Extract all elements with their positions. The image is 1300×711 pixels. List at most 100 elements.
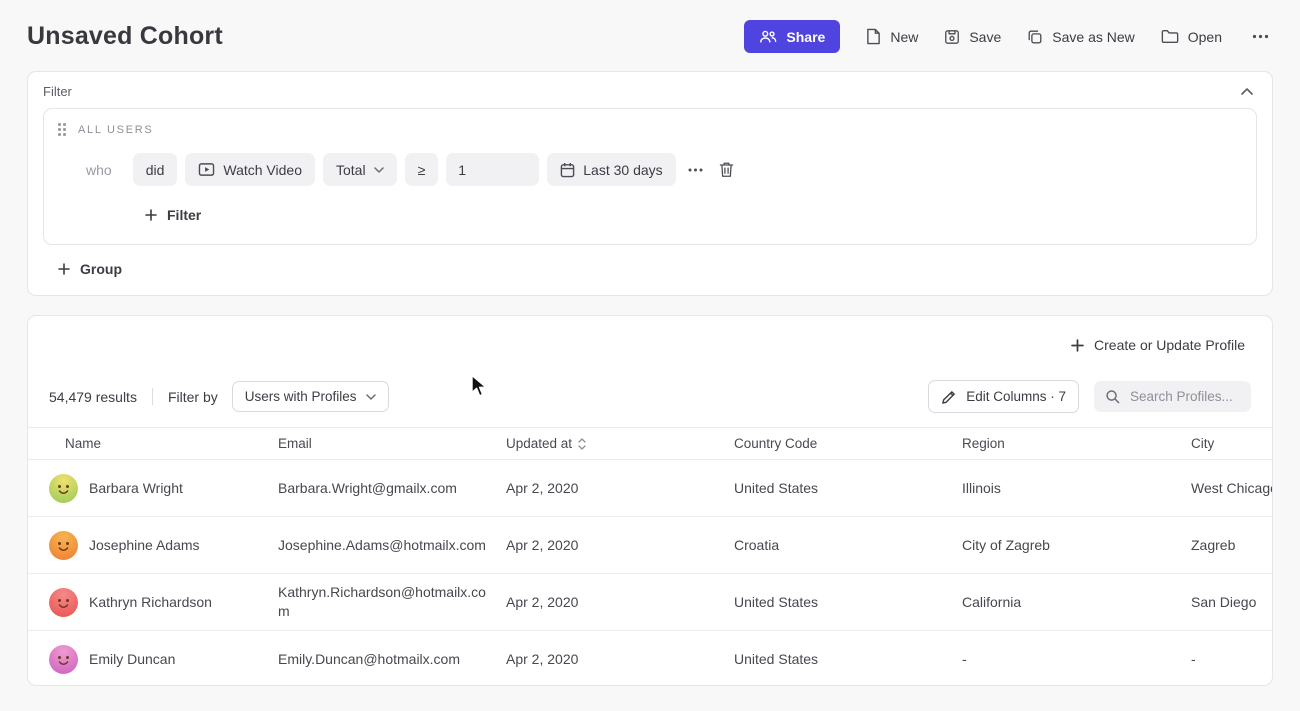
copy-icon bbox=[1027, 29, 1043, 45]
filter-by-label: Filter by bbox=[168, 389, 218, 405]
profile-region: Illinois bbox=[962, 480, 1191, 496]
column-header-country-code[interactable]: Country Code bbox=[734, 436, 962, 451]
new-button[interactable]: New bbox=[866, 28, 918, 45]
did-selector[interactable]: did bbox=[133, 153, 178, 186]
profile-city: San Diego bbox=[1191, 594, 1272, 610]
share-button[interactable]: Share bbox=[744, 20, 840, 53]
edit-columns-label: Edit Columns · 7 bbox=[966, 389, 1066, 404]
face-icon bbox=[49, 645, 78, 674]
table-row[interactable]: Emily Duncan Emily.Duncan@hotmailx.com A… bbox=[28, 631, 1272, 686]
column-header-region[interactable]: Region bbox=[962, 436, 1191, 451]
search-box bbox=[1094, 381, 1251, 412]
profile-name: Kathryn Richardson bbox=[89, 594, 212, 610]
profile-updated-at: Apr 2, 2020 bbox=[506, 537, 734, 553]
profile-region: California bbox=[962, 594, 1191, 610]
operator-selector[interactable]: ≥ bbox=[405, 153, 439, 186]
chevron-up-icon bbox=[1241, 88, 1253, 95]
filter-group: ALL USERS who did Watch Video Total ≥ bbox=[43, 108, 1257, 245]
search-profiles-input[interactable] bbox=[1128, 388, 1240, 405]
chevron-down-icon bbox=[374, 167, 384, 173]
face-icon bbox=[49, 474, 78, 503]
save-as-new-label: Save as New bbox=[1052, 29, 1134, 45]
save-label: Save bbox=[969, 29, 1001, 45]
profile-name: Emily Duncan bbox=[89, 651, 175, 667]
date-range-label: Last 30 days bbox=[583, 162, 662, 178]
table-row[interactable]: Josephine Adams Josephine.Adams@hotmailx… bbox=[28, 517, 1272, 574]
profile-updated-at: Apr 2, 2020 bbox=[506, 594, 734, 610]
table-header: Name Email Updated at Country Code Regio… bbox=[28, 427, 1272, 460]
open-label: Open bbox=[1188, 29, 1222, 45]
profile-name: Barbara Wright bbox=[89, 480, 183, 496]
add-filter-button[interactable]: Filter bbox=[139, 206, 207, 224]
event-label: Watch Video bbox=[223, 162, 302, 178]
who-label: who bbox=[86, 162, 112, 178]
open-button[interactable]: Open bbox=[1161, 29, 1222, 45]
profile-city: West Chicago bbox=[1191, 480, 1272, 496]
ellipsis-icon bbox=[1252, 34, 1269, 39]
edit-columns-button[interactable]: Edit Columns · 7 bbox=[928, 380, 1079, 413]
more-options-button[interactable] bbox=[1248, 30, 1273, 43]
results-panel: Create or Update Profile 54,479 results … bbox=[27, 315, 1273, 686]
event-selector[interactable]: Watch Video bbox=[185, 153, 315, 186]
aggregation-label: Total bbox=[336, 162, 366, 178]
column-header-city[interactable]: City bbox=[1191, 436, 1272, 451]
face-icon bbox=[49, 588, 78, 617]
calendar-icon bbox=[560, 162, 575, 178]
avatar bbox=[49, 588, 78, 617]
results-toolbar: 54,479 results Filter by Users with Prof… bbox=[28, 354, 1272, 427]
plus-icon bbox=[1071, 339, 1084, 352]
profile-country-code: United States bbox=[734, 594, 962, 610]
drag-handle-icon[interactable] bbox=[58, 123, 67, 137]
filter-more-button[interactable] bbox=[684, 164, 707, 176]
share-users-icon bbox=[759, 29, 777, 44]
add-group-label: Group bbox=[80, 261, 122, 277]
table-row[interactable]: Kathryn Richardson Kathryn.Richardson@ho… bbox=[28, 574, 1272, 631]
profile-country-code: Croatia bbox=[734, 537, 962, 553]
profile-city: Zagreb bbox=[1191, 537, 1272, 553]
page-title: Unsaved Cohort bbox=[27, 22, 223, 51]
column-header-email[interactable]: Email bbox=[278, 436, 506, 451]
filter-panel: Filter ALL USERS who did Watch Video Tot… bbox=[27, 71, 1273, 296]
profile-filter-dropdown[interactable]: Users with Profiles bbox=[232, 381, 389, 412]
create-or-update-profile-button[interactable]: Create or Update Profile bbox=[1065, 336, 1251, 354]
share-label: Share bbox=[786, 29, 825, 45]
column-header-updated-at[interactable]: Updated at bbox=[506, 436, 734, 451]
ellipsis-icon bbox=[688, 168, 703, 172]
avatar bbox=[49, 474, 78, 503]
results-count: 54,479 results bbox=[49, 389, 137, 405]
divider bbox=[152, 388, 153, 405]
table-row[interactable]: Barbara Wright Barbara.Wright@gmailx.com… bbox=[28, 460, 1272, 517]
new-label: New bbox=[890, 29, 918, 45]
trash-icon bbox=[719, 161, 734, 178]
face-icon bbox=[49, 531, 78, 560]
chevron-down-icon bbox=[366, 394, 376, 400]
profile-name: Josephine Adams bbox=[89, 537, 200, 553]
column-header-name[interactable]: Name bbox=[28, 436, 278, 451]
avatar bbox=[49, 645, 78, 674]
all-users-label: ALL USERS bbox=[78, 124, 153, 136]
profile-updated-at: Apr 2, 2020 bbox=[506, 480, 734, 496]
filter-row: who did Watch Video Total ≥ bbox=[86, 153, 1242, 186]
plus-icon bbox=[58, 263, 70, 275]
collapse-filter-button[interactable] bbox=[1237, 84, 1257, 99]
add-filter-label: Filter bbox=[167, 207, 201, 223]
filter-panel-label: Filter bbox=[43, 84, 72, 99]
value-input[interactable] bbox=[446, 153, 539, 186]
date-range-selector[interactable]: Last 30 days bbox=[547, 153, 675, 186]
did-label: did bbox=[146, 162, 165, 178]
top-actions: Share New Save Save as New Open bbox=[744, 20, 1273, 53]
save-as-new-button[interactable]: Save as New bbox=[1027, 29, 1134, 45]
table-body: Barbara Wright Barbara.Wright@gmailx.com… bbox=[28, 460, 1272, 686]
profile-email: Josephine.Adams@hotmailx.com bbox=[278, 536, 486, 555]
new-file-icon bbox=[866, 28, 881, 45]
plus-icon bbox=[145, 209, 157, 221]
profile-updated-at: Apr 2, 2020 bbox=[506, 651, 734, 667]
save-icon bbox=[944, 29, 960, 45]
profile-email: Emily.Duncan@hotmailx.com bbox=[278, 650, 486, 669]
delete-filter-button[interactable] bbox=[715, 157, 738, 182]
add-group-button[interactable]: Group bbox=[52, 260, 128, 278]
pencil-icon bbox=[941, 389, 957, 405]
aggregation-selector[interactable]: Total bbox=[323, 153, 397, 186]
save-button[interactable]: Save bbox=[944, 29, 1001, 45]
profile-email: Barbara.Wright@gmailx.com bbox=[278, 479, 486, 498]
